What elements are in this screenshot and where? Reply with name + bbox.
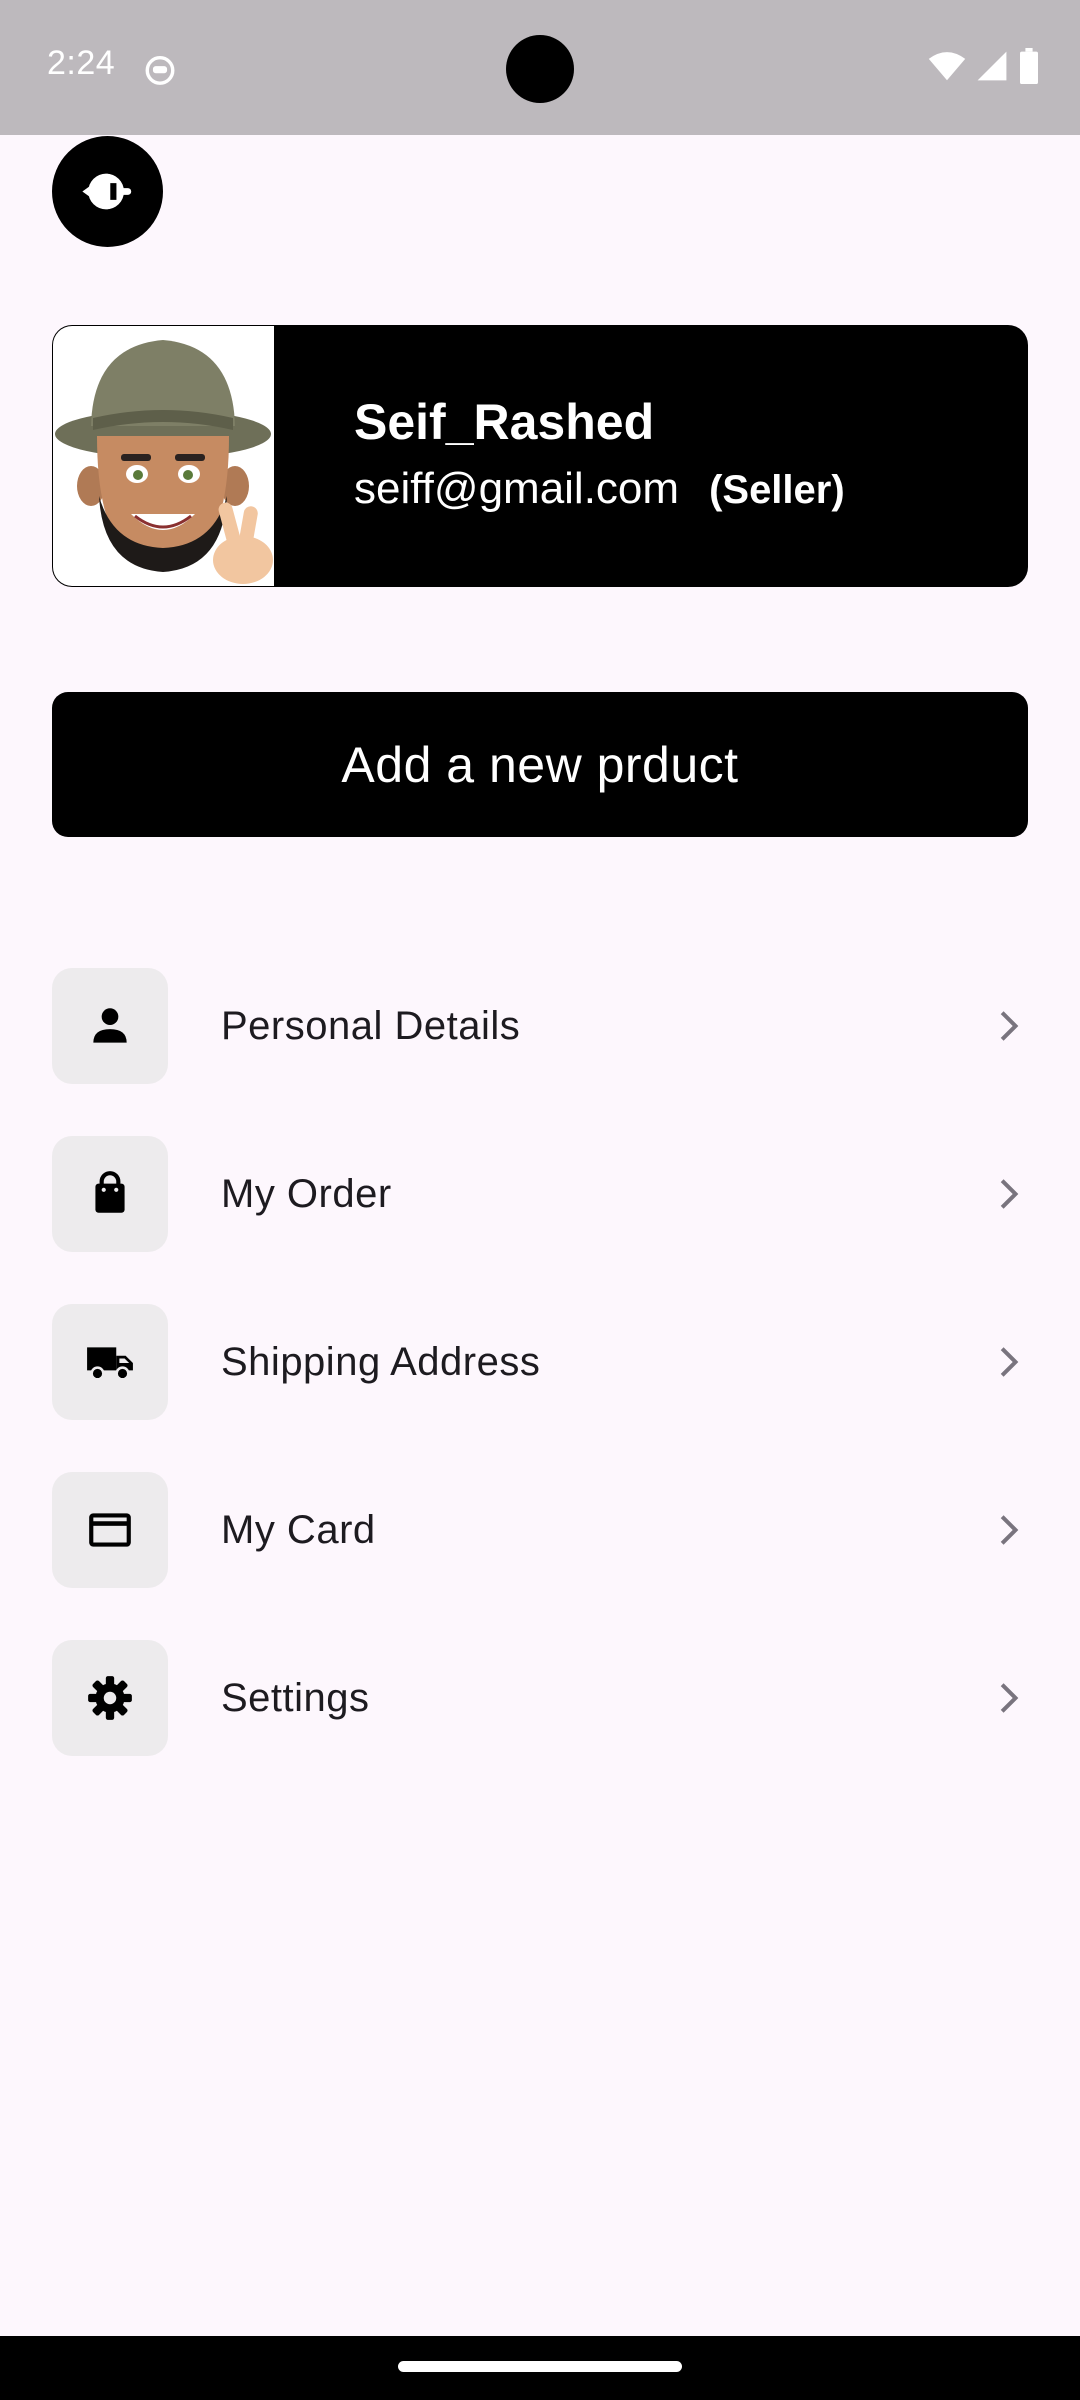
chevron-right-icon <box>1000 1515 1019 1545</box>
status-bar: 2:24 <box>0 0 1080 135</box>
profile-email: seiff@gmail.com <box>354 464 680 513</box>
back-arrow-icon <box>82 173 132 210</box>
menu-item-label: My Order <box>221 1172 392 1216</box>
chevron-right-icon <box>1000 1011 1019 1041</box>
menu-item-label: Shipping Address <box>221 1340 541 1384</box>
menu-item-shipping-address[interactable]: Shipping Address <box>52 1304 1028 1420</box>
profile-card[interactable]: Seif_Rashed seiff@gmail.com (Seller) <box>52 325 1028 587</box>
avatar <box>53 326 274 586</box>
back-button[interactable] <box>52 136 163 247</box>
menu-item-label: My Card <box>221 1508 376 1552</box>
add-product-button[interactable]: Add a new prduct <box>52 692 1028 837</box>
chevron-right-icon <box>1000 1179 1019 1209</box>
menu-item-personal-details[interactable]: Personal Details <box>52 968 1028 1084</box>
status-icons <box>928 48 1040 84</box>
profile-role: (Seller) <box>709 468 845 512</box>
shopping-bag-icon <box>95 1171 125 1213</box>
menu-icon-box <box>52 1640 168 1756</box>
menu-icon-box <box>52 1136 168 1252</box>
profile-info: seiff@gmail.com (Seller) <box>354 464 845 514</box>
menu-item-my-order[interactable]: My Order <box>52 1136 1028 1252</box>
credit-card-icon <box>89 1513 131 1547</box>
camera-cutout <box>506 35 574 103</box>
profile-name: Seif_Rashed <box>354 394 655 450</box>
status-time: 2:24 <box>47 44 116 82</box>
menu-item-my-card[interactable]: My Card <box>52 1472 1028 1588</box>
chevron-right-icon <box>1000 1347 1019 1377</box>
menu-item-label: Settings <box>221 1676 370 1720</box>
navigation-bar <box>0 2336 1080 2400</box>
person-icon <box>93 1008 127 1043</box>
menu-item-settings[interactable]: Settings <box>52 1640 1028 1756</box>
menu-item-label: Personal Details <box>221 1004 521 1048</box>
menu-icon-box <box>52 1304 168 1420</box>
truck-icon <box>87 1347 133 1381</box>
android-debug-icon <box>145 55 175 85</box>
chevron-right-icon <box>1000 1683 1019 1713</box>
menu-icon-box <box>52 1472 168 1588</box>
gear-icon <box>88 1676 132 1720</box>
cell-signal-icon <box>977 51 1007 81</box>
menu-icon-box <box>52 968 168 1084</box>
wifi-icon <box>928 52 966 81</box>
battery-icon <box>1020 48 1038 84</box>
memoji-avatar <box>55 340 273 584</box>
home-indicator[interactable] <box>398 2361 682 2372</box>
